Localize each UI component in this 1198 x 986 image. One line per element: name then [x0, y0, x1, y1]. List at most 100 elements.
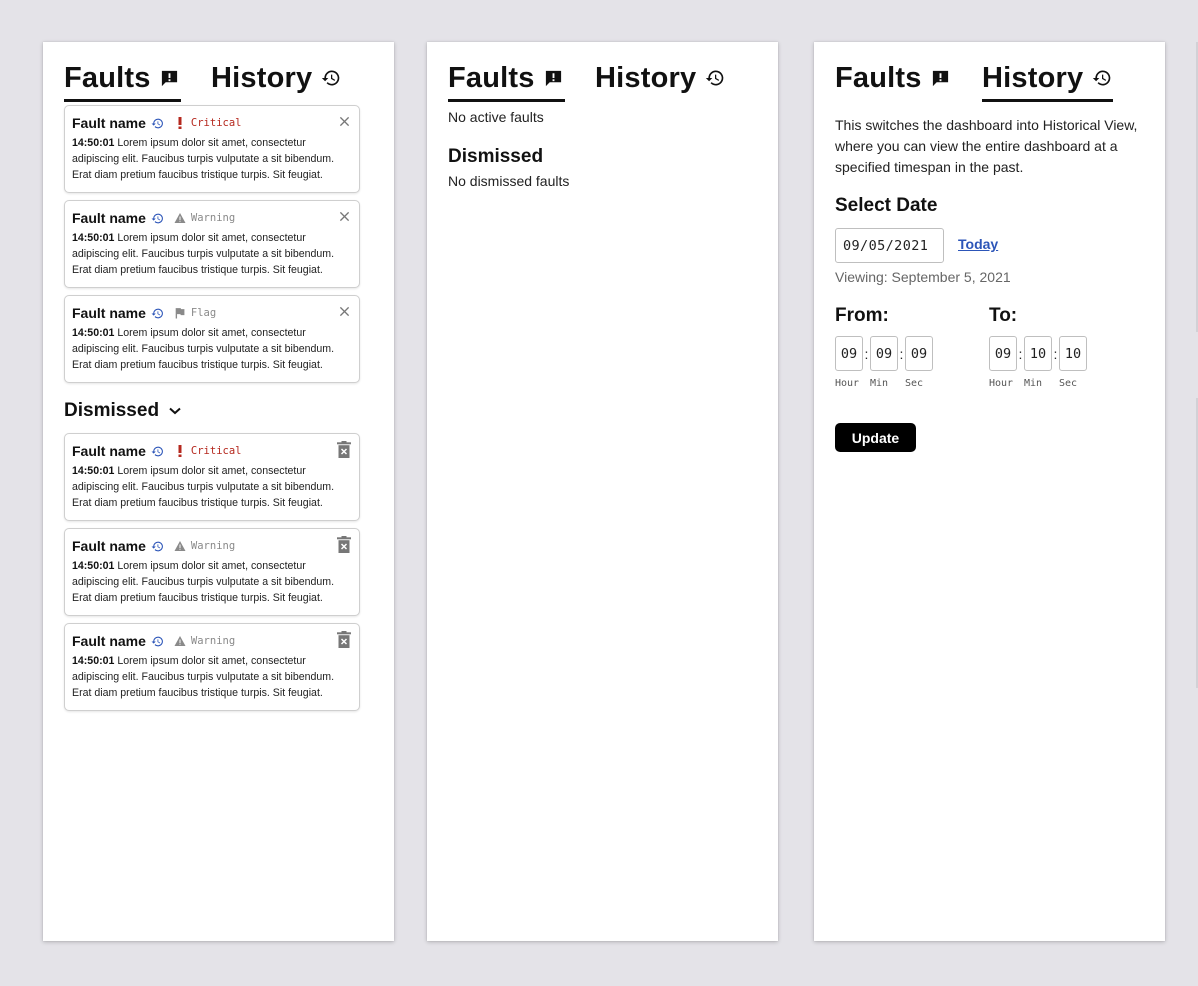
severity-label: Critical	[190, 445, 242, 457]
tab-faults[interactable]: Faults	[835, 58, 952, 98]
trash-icon[interactable]	[337, 441, 351, 458]
from-min-input[interactable]	[870, 336, 898, 371]
close-icon[interactable]	[337, 114, 351, 128]
fault-card-header: Fault name Warning	[72, 536, 351, 555]
dismissed-heading: Dismissed	[64, 400, 160, 421]
fault-card[interactable]: Fault name Flag 14:50:01 Lorem ipsum dolor…	[64, 295, 360, 383]
dismissed-fault-card[interactable]: Fault name Warning 14:50:01 Lorem ipsum do…	[64, 623, 360, 711]
tab-bar: Faults History	[448, 58, 768, 102]
fault-name: Fault name	[72, 633, 146, 649]
no-dismissed-faults-text: No dismissed faults	[448, 173, 570, 189]
to-min-input[interactable]	[1024, 336, 1052, 371]
warning-triangle-icon	[174, 540, 186, 552]
faults-empty-panel: Faults History No active faults Dismisse…	[427, 42, 778, 941]
history-icon[interactable]	[151, 445, 164, 458]
to-time-picker: : :	[989, 336, 1087, 371]
feedback-icon	[543, 67, 565, 89]
time-separator: :	[864, 345, 869, 362]
severity-label: Warning	[190, 212, 236, 224]
time-separator: :	[1053, 345, 1058, 362]
history-icon	[320, 67, 342, 89]
severity-label: Warning	[190, 635, 236, 647]
sec-label: Sec	[1059, 378, 1078, 389]
tab-history[interactable]: History	[211, 58, 342, 98]
severity-badge: Flag	[174, 307, 216, 319]
no-active-faults-text: No active faults	[448, 109, 544, 125]
hour-label: Hour	[835, 378, 860, 389]
history-description: This switches the dashboard into Histori…	[835, 117, 1138, 175]
to-label: To:	[989, 305, 1018, 326]
tab-faults[interactable]: Faults	[64, 58, 181, 102]
warning-triangle-icon	[174, 212, 186, 224]
history-icon[interactable]	[151, 540, 164, 553]
feedback-icon	[159, 67, 181, 89]
fault-card[interactable]: Fault name Warning 14:50:01 Lorem ipsum do…	[64, 200, 360, 288]
fault-body: 14:50:01 Lorem ipsum dolor sit amet, con…	[72, 653, 351, 701]
chevron-down-icon	[169, 407, 181, 415]
to-sec-input[interactable]	[1059, 336, 1087, 371]
update-button[interactable]: Update	[835, 423, 916, 452]
fault-card-header: Fault name Critical	[72, 441, 351, 460]
fault-timestamp: 14:50:01	[72, 465, 115, 477]
fault-name: Fault name	[72, 210, 146, 226]
feedback-icon	[930, 67, 952, 89]
tab-bar: Faults History	[835, 58, 1155, 102]
fault-timestamp: 14:50:01	[72, 655, 115, 667]
fault-body: 14:50:01 Lorem ipsum dolor sit amet, con…	[72, 135, 351, 183]
exclamation-icon	[174, 117, 186, 129]
dismissed-heading: Dismissed	[448, 146, 544, 167]
to-unit-labels: Hour Min Sec	[989, 378, 1094, 389]
tab-history[interactable]: History	[982, 58, 1114, 102]
fault-card-header: Fault name Critical	[72, 114, 351, 132]
severity-label: Critical	[190, 117, 242, 129]
dismissed-fault-card[interactable]: Fault name Critical 14:50:01 Lorem ipsum d…	[64, 433, 360, 521]
time-separator: :	[899, 345, 904, 362]
date-input[interactable]	[835, 228, 944, 263]
severity-label: Flag	[190, 307, 217, 319]
dismissed-toggle[interactable]: Dismissed	[64, 400, 181, 422]
today-link[interactable]: Today	[958, 236, 998, 252]
fault-timestamp: 14:50:01	[72, 232, 115, 244]
history-icon[interactable]	[151, 635, 164, 648]
close-icon[interactable]	[337, 304, 351, 318]
faults-panel: Faults History Fault name Critical 14:50:0…	[43, 42, 394, 941]
fault-body: 14:50:01 Lorem ipsum dolor sit amet, con…	[72, 325, 351, 373]
min-label: Min	[870, 378, 889, 389]
flag-icon	[174, 307, 186, 319]
viewing-date-text: Viewing: September 5, 2021	[835, 269, 1011, 285]
dismissed-fault-card[interactable]: Fault name Warning 14:50:01 Lorem ipsum do…	[64, 528, 360, 616]
trash-icon[interactable]	[337, 631, 351, 648]
history-panel: Faults History This switches the dashboa…	[814, 42, 1165, 941]
history-icon[interactable]	[151, 212, 164, 225]
to-hour-input[interactable]	[989, 336, 1017, 371]
fault-name: Fault name	[72, 115, 146, 131]
history-icon	[1091, 67, 1113, 89]
tab-history-label: History	[211, 61, 313, 94]
fault-name: Fault name	[72, 443, 146, 459]
tab-history[interactable]: History	[595, 58, 726, 98]
fault-timestamp: 14:50:01	[72, 560, 115, 572]
fault-card[interactable]: Fault name Critical 14:50:01 Lorem ipsum d…	[64, 105, 360, 193]
fault-timestamp: 14:50:01	[72, 327, 115, 339]
history-icon[interactable]	[151, 117, 164, 130]
from-sec-input[interactable]	[905, 336, 933, 371]
severity-badge: Critical	[174, 117, 242, 129]
exclamation-icon	[174, 445, 186, 457]
severity-badge: Critical	[174, 445, 242, 457]
trash-icon[interactable]	[337, 536, 351, 553]
from-unit-labels: Hour Min Sec	[835, 378, 940, 389]
history-icon[interactable]	[151, 307, 164, 320]
tab-faults[interactable]: Faults	[448, 58, 565, 102]
close-icon[interactable]	[337, 209, 351, 223]
from-hour-input[interactable]	[835, 336, 863, 371]
severity-badge: Warning	[174, 212, 235, 224]
fault-body: 14:50:01 Lorem ipsum dolor sit amet, con…	[72, 463, 351, 511]
fault-timestamp: 14:50:01	[72, 137, 115, 149]
fault-name: Fault name	[72, 305, 146, 321]
tab-faults-label: Faults	[835, 61, 922, 94]
sec-label: Sec	[905, 378, 924, 389]
fault-name: Fault name	[72, 538, 146, 554]
fault-card-header: Fault name Warning	[72, 209, 351, 227]
hour-label: Hour	[989, 378, 1014, 389]
tab-faults-label: Faults	[448, 61, 535, 94]
